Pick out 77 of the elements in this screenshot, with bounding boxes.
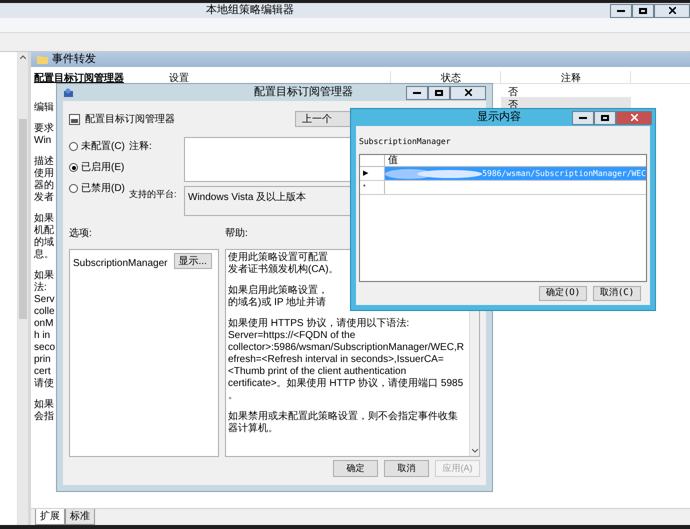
description-text: 描述 [34,156,54,168]
description-text: Win [34,135,52,147]
help-text: 的域名)或 IP 地址并请 [228,297,326,309]
radio-label: 未配置(C) [81,140,125,154]
help-text: 使用此策略设置可配置 [228,252,328,264]
description-text: 会指 [34,411,54,423]
radio-label: 已启用(E) [81,160,124,175]
description-text: 的域 [34,237,54,248]
close-icon [464,89,472,96]
radio-button[interactable] [69,184,78,193]
policy-title: 配置目标订阅管理器 [34,72,125,86]
platform-text: Windows Vista 及以上版本 [188,192,306,203]
list-name: SubscriptionManager [359,136,452,148]
close-icon [668,7,676,14]
description-text: 如果 [34,399,54,410]
description-text: cert [34,366,51,378]
description-text: 息。 [34,249,54,261]
description-text: prin [34,354,51,366]
options-label: 选项: [69,226,93,241]
help-text: 如果使用 HTTPS 协议，请使用以下语法: Server=https://<FQDN of the collector>:5986/wsman/SubscriptionManager/WEC,Refresh=<Refresh interval in seconds>,IssuerCA=<Thumb print of the client authentication certificate>。如果使用 HTTP 协议，请使用端口 5985 。 [228,318,465,402]
policy-icon [63,88,74,98]
table-row[interactable]: 否 [501,84,631,97]
description-text: 请使 [34,378,54,390]
pane-heading: 事件转发 [52,52,96,68]
description-text: seco [34,342,56,354]
column-header[interactable]: 值 [385,155,646,166]
dialog-button[interactable]: 确定 [333,460,378,477]
scrollbar[interactable] [18,52,28,525]
close-icon [630,114,638,121]
scroll-up-icon[interactable] [20,55,26,59]
help-text: 如果启用此策略设置， [228,285,328,296]
help-label: 帮助: [225,226,248,241]
maximize-button[interactable] [428,86,450,100]
description-text: 发者 [34,192,54,204]
tab[interactable]: 标准 [65,509,95,525]
option-label: SubscriptionManager [73,257,168,271]
folder-icon [37,55,48,64]
platform-label: 支持的平台: [129,188,178,201]
description-text: h in [34,330,50,342]
radio-label: 已禁用(D) [81,182,125,196]
description-text: 器的 [34,180,54,192]
scroll-down-icon[interactable] [472,449,478,453]
maximize-button[interactable] [594,110,616,124]
value-text: 5986/wsman/SubscriptionManager/WEC [482,168,646,180]
table-cell: 否 [508,87,518,98]
comment-label: 注释: [129,140,153,154]
dialog-button[interactable]: 取消(C) [593,286,641,301]
dialog-title: 配置目标订阅管理器 [254,85,353,100]
minimize-button[interactable] [406,86,428,100]
description-text: 使用 [34,168,54,180]
minimize-button[interactable] [572,110,594,124]
dialog-button[interactable]: 确定(O) [539,286,587,301]
window-title: 本地组策略编辑器 [206,3,294,18]
close-button[interactable] [450,86,486,100]
dialog-title: 显示内容 [477,110,521,126]
description-text: 机配 [34,225,54,236]
description-text: 编辑 [34,102,54,114]
description-text: colle [34,306,55,318]
description-text: 要求 [34,123,54,135]
description-text: 如果 [34,213,54,224]
dialog-button[interactable]: 取消 [384,460,429,477]
description-text: 法: [34,282,47,294]
help-text: 发者证书颁发机构(CA)。 [228,264,339,276]
help-text: 如果禁用或未配置此策略设置，则不会指定事件收集器计算机。 [228,411,459,435]
tab[interactable]: 扩展 [35,509,65,525]
description-text: onM [34,318,54,330]
radio-button[interactable] [69,142,78,151]
description-text: 如果 [34,270,54,282]
description-text: Serv [34,294,55,306]
radio-button[interactable] [69,163,78,172]
show-button[interactable]: 显示... [174,253,212,269]
minimize-button[interactable] [610,4,632,18]
column-header[interactable]: 注释 [501,71,631,83]
maximize-button[interactable] [632,4,654,18]
close-button[interactable] [654,4,690,18]
dialog-heading: 配置目标订阅管理器 [85,112,175,126]
policy-icon [69,114,80,124]
